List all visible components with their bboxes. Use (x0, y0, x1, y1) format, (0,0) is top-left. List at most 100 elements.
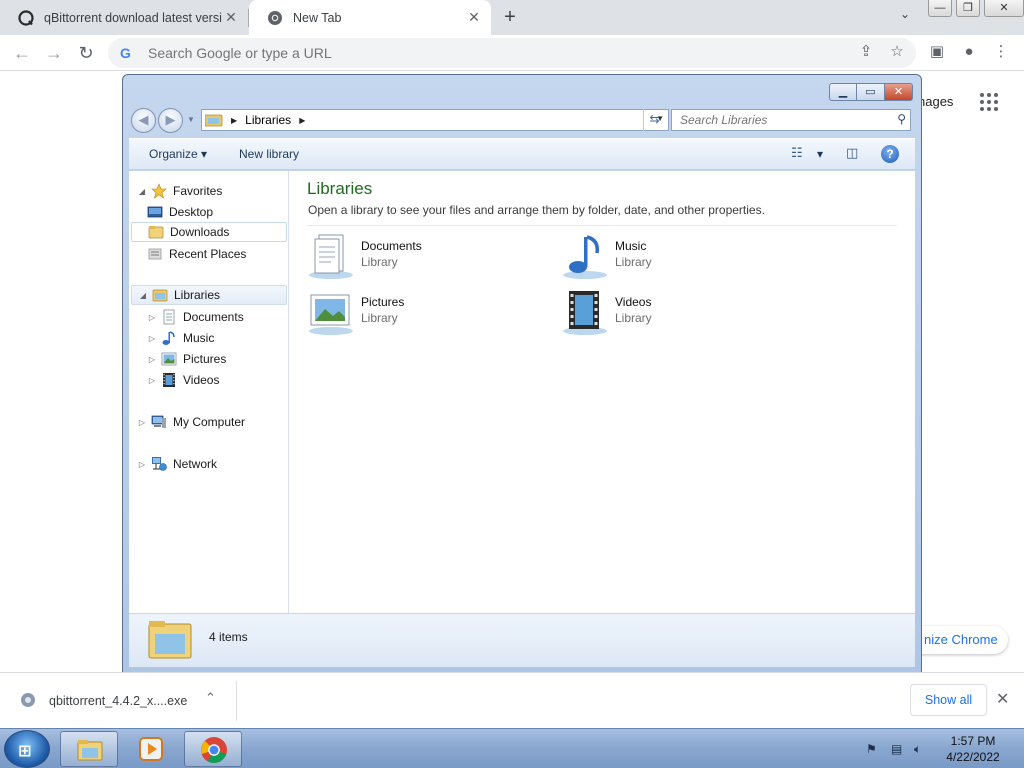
tab-search-icon[interactable]: ⌄ (894, 7, 916, 27)
tree-network[interactable]: ▷ Network (137, 454, 217, 474)
tab-close-icon[interactable]: ✕ (465, 9, 483, 26)
tree-videos[interactable]: ▷ Videos (147, 370, 219, 390)
breadcrumb-arrow-icon[interactable]: ▶ (299, 116, 305, 125)
command-bar: Organize ▾ New library ☷ ▾ ◫ ? (129, 138, 915, 170)
windows-logo-icon: ⊞ (18, 743, 32, 760)
star-icon (151, 183, 167, 199)
back-button[interactable]: ← (10, 41, 34, 65)
tree-label: Network (173, 457, 218, 471)
explorer-maximize-button[interactable]: ▭ (857, 83, 885, 101)
explorer-close-button[interactable]: ✕ (885, 83, 913, 101)
tree-label: My Computer (173, 415, 246, 429)
view-options-dropdown[interactable]: ▾ (817, 147, 823, 161)
preview-pane-icon[interactable]: ◫ (846, 145, 858, 161)
explorer-back-button[interactable]: ◀ (131, 108, 156, 133)
expand-arrow-icon[interactable]: ▷ (147, 355, 157, 364)
tab-close-icon[interactable]: ✕ (222, 9, 240, 26)
library-name: Videos (615, 295, 652, 309)
taskbar-chrome[interactable] (184, 731, 242, 767)
tree-pictures[interactable]: ▷ Pictures (147, 349, 226, 369)
library-name: Music (615, 239, 647, 253)
maximize-button[interactable]: ❐ (956, 0, 980, 17)
tab-qbittorrent[interactable]: qBittorrent download latest versi ✕ (0, 0, 248, 35)
recent-pages-dropdown-icon[interactable]: ▼ (187, 115, 195, 124)
divider (236, 681, 237, 721)
refresh-icon[interactable]: ⇆ (643, 109, 665, 131)
address-row: ◀ ▶ ▼ ▶ Libraries ▶ ▼ ⇆ ⚲ (131, 107, 913, 133)
tree-label: Music (183, 331, 215, 345)
tree-favorites[interactable]: ◢ Favorites (137, 181, 222, 201)
expand-arrow-icon[interactable]: ▷ (147, 376, 157, 385)
omnibox[interactable]: G (108, 38, 916, 68)
tree-music[interactable]: ▷ Music (147, 328, 214, 348)
bookmark-star-icon[interactable]: ☆ (886, 41, 908, 63)
organize-button[interactable]: Organize ▾ (149, 147, 207, 161)
library-pictures[interactable]: Pictures Library (307, 289, 537, 337)
change-view-icon[interactable]: ☷ (791, 145, 803, 161)
profile-avatar-icon[interactable]: ● (958, 41, 980, 63)
explorer-forward-button[interactable]: ▶ (158, 108, 183, 133)
search-libraries-input[interactable] (678, 112, 888, 128)
images-link[interactable]: nages (918, 94, 953, 109)
menu-kebab-icon[interactable]: ⋮ (990, 41, 1012, 63)
documents-library-icon (309, 234, 353, 279)
side-panel-icon[interactable]: ▣ (926, 41, 948, 63)
close-shelf-icon[interactable]: ✕ (996, 689, 1009, 709)
new-tab-button[interactable]: + (498, 5, 522, 29)
download-shelf: qbittorrent_4.4.2_x....exe ⌃ Show all ✕ (0, 672, 1024, 728)
start-button[interactable]: ⊞ (4, 730, 50, 768)
action-center-flag-icon[interactable]: ⚑ (866, 742, 877, 756)
tree-downloads[interactable]: Downloads (131, 222, 287, 242)
tree-libraries[interactable]: ◢ Libraries (131, 285, 287, 305)
tree-recent-places[interactable]: Recent Places (147, 244, 246, 264)
collapse-arrow-icon[interactable]: ◢ (137, 187, 147, 196)
library-name: Documents (361, 239, 422, 253)
library-type: Library (615, 255, 652, 269)
browser-toolbar: ← → ↻ G ⇪ ☆ ▣ ● ⋮ (0, 35, 1024, 71)
taskbar-media-player[interactable] (122, 731, 180, 767)
tree-documents[interactable]: ▷ Documents (147, 307, 244, 327)
tree-my-computer[interactable]: ▷ My Computer (137, 412, 245, 432)
explorer-minimize-button[interactable]: ▁ (829, 83, 857, 101)
share-icon[interactable]: ⇪ (855, 41, 877, 63)
minimize-button[interactable]: — (928, 0, 952, 17)
help-icon[interactable]: ? (881, 145, 899, 163)
library-videos[interactable]: Videos Library (561, 289, 791, 337)
expand-arrow-icon[interactable]: ▷ (137, 460, 147, 469)
installer-file-icon (21, 693, 35, 707)
taskbar-explorer[interactable] (60, 731, 118, 767)
libraries-big-folder-icon (148, 621, 192, 659)
download-options-chevron-icon[interactable]: ⌃ (205, 690, 216, 706)
tree-label: Libraries (174, 288, 221, 302)
tree-label: Recent Places (169, 247, 247, 261)
expand-arrow-icon[interactable]: ▷ (147, 313, 157, 322)
reload-button[interactable]: ↻ (74, 41, 98, 65)
videos-library-icon (563, 291, 607, 335)
tab-strip: qBittorrent download latest versi ✕ New … (0, 0, 1024, 35)
apps-grid-icon[interactable] (978, 92, 1000, 114)
chrome-icon (268, 10, 282, 25)
volume-icon[interactable]: 🔈︎ (914, 742, 921, 757)
omnibox-input[interactable] (146, 44, 826, 62)
expand-arrow-icon[interactable]: ▷ (147, 334, 157, 343)
tree-desktop[interactable]: Desktop (147, 202, 213, 222)
search-libraries-box[interactable]: ⚲ (671, 109, 911, 131)
library-music[interactable]: Music Library (561, 233, 791, 281)
pictures-library-icon (309, 294, 353, 335)
breadcrumb-libraries[interactable]: Libraries (245, 113, 291, 127)
breadcrumb-arrow-icon[interactable]: ▶ (231, 116, 237, 125)
forward-button[interactable]: → (42, 41, 66, 65)
search-icon: ⚲ (897, 112, 906, 126)
tab-new-tab[interactable]: New Tab ✕ (249, 0, 491, 35)
close-window-button[interactable]: ✕ (984, 0, 1024, 17)
new-library-button[interactable]: New library (239, 147, 299, 161)
expand-arrow-icon[interactable]: ▷ (137, 418, 147, 427)
address-bar[interactable]: ▶ Libraries ▶ ▼ (201, 109, 669, 131)
system-clock[interactable]: 1:57 PM 4/22/2022 (940, 733, 1006, 765)
download-filename[interactable]: qbittorrent_4.4.2_x....exe (49, 694, 187, 708)
network-tray-icon[interactable]: ▤ (891, 742, 902, 756)
library-documents[interactable]: Documents Library (307, 233, 537, 281)
show-all-button[interactable]: Show all (910, 684, 987, 716)
downloads-folder-icon (148, 226, 164, 239)
collapse-arrow-icon[interactable]: ◢ (138, 291, 148, 300)
